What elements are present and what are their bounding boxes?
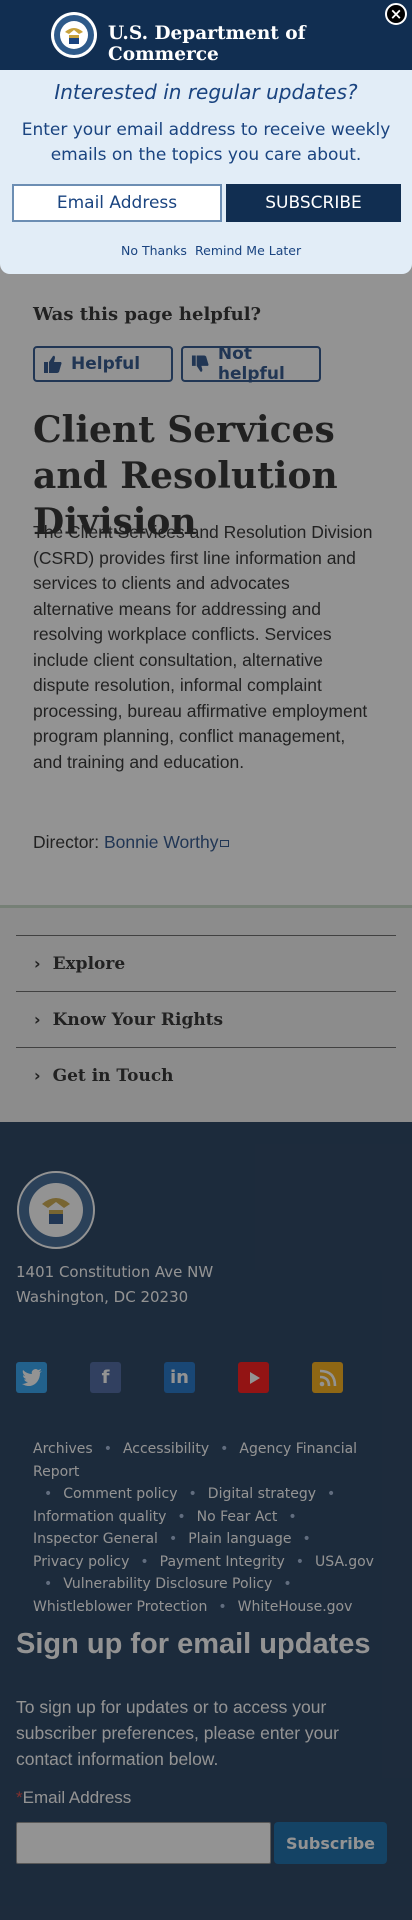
remind-later-link[interactable]: Remind Me Later (195, 243, 301, 258)
popup-subscribe-button[interactable]: SUBSCRIBE (226, 184, 401, 222)
popup-email-input[interactable]: Email Address (12, 184, 222, 222)
no-thanks-link[interactable]: No Thanks (121, 243, 187, 258)
popup-heading: Interested in regular updates? (54, 80, 358, 104)
close-icon[interactable]: × (385, 3, 407, 25)
modal-overlay[interactable] (0, 0, 412, 1920)
commerce-seal-logo (51, 12, 97, 58)
agency-name: U.S. Department of Commerce (108, 23, 306, 65)
popup-text: Enter your email address to receive week… (21, 120, 391, 165)
